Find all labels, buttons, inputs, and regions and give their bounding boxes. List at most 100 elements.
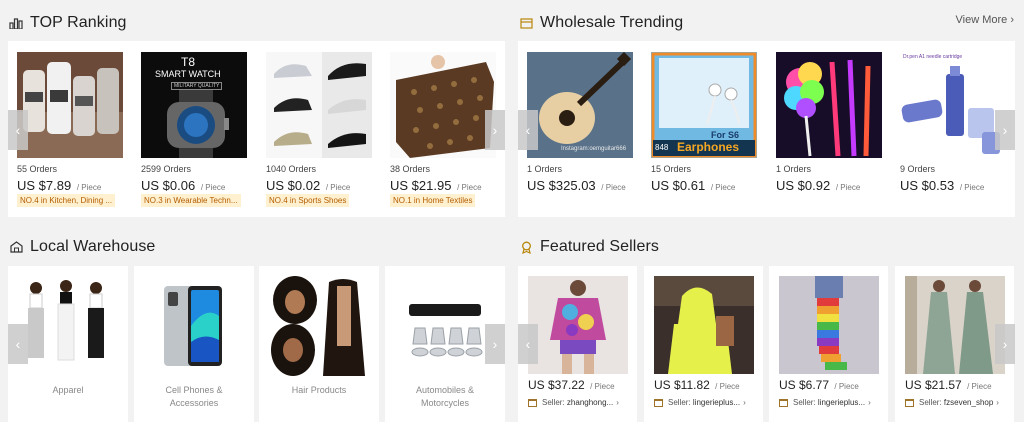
price: US $21.57 / Piece bbox=[905, 378, 992, 392]
price-value: US $0.06 bbox=[141, 178, 196, 193]
top-ranking-section: TOP Ranking 55 Orders US $7.89 / Piece N… bbox=[0, 0, 510, 230]
image-text: 848 bbox=[655, 143, 669, 152]
category-card-cell-phones[interactable]: Cell Phones & Accessories bbox=[134, 266, 254, 422]
order-count: 9 Orders bbox=[900, 164, 936, 174]
image-text: For S6 bbox=[711, 130, 740, 140]
price-unit: / Piece bbox=[715, 382, 740, 391]
product-image[interactable]: Dr.pen A1 needle cartridge bbox=[900, 52, 1006, 158]
carousel-prev-button[interactable]: ‹ bbox=[8, 324, 28, 364]
product-image[interactable]: T8 SMART WATCH MILITARY QUALITY bbox=[141, 52, 247, 158]
carousel-next-button[interactable]: › bbox=[995, 324, 1015, 364]
product-card[interactable]: Dr.pen A1 needle cartridge 9 Orders US $… bbox=[900, 52, 1008, 212]
carousel-next-button[interactable]: › bbox=[995, 110, 1015, 150]
rank-badge[interactable]: NO.4 in Sports Shoes bbox=[266, 194, 350, 207]
rank-badge[interactable]: NO.4 in Kitchen, Dining ... bbox=[17, 194, 116, 207]
seller-link[interactable]: Seller: lingerieplus... › bbox=[654, 398, 746, 407]
carousel-prev-button[interactable]: ‹ bbox=[518, 324, 538, 364]
wholesale-trending-panel: Instagram:oemguitar666 1 Orders US $325.… bbox=[518, 41, 1015, 217]
local-warehouse-section: Local Warehouse Apparel Cell Phones & Ac… bbox=[0, 230, 510, 422]
category-label: Automobiles & Motorcycles bbox=[415, 385, 475, 408]
product-card[interactable]: 1040 Orders US $0.02 / Piece NO.4 in Spo… bbox=[266, 52, 374, 212]
featured-sellers-row: US $37.22 / Piece Seller: zhanghong... › … bbox=[518, 266, 1015, 422]
seller-prefix: Seller: bbox=[793, 398, 816, 407]
product-image[interactable] bbox=[390, 52, 496, 158]
product-image[interactable] bbox=[528, 276, 628, 374]
featured-sellers-section: Featured Sellers US $37.22 / Piece Selle… bbox=[510, 230, 1024, 422]
section-title: Featured Sellers bbox=[540, 238, 659, 255]
product-image[interactable] bbox=[905, 276, 1005, 374]
order-count: 15 Orders bbox=[651, 164, 692, 174]
chevron-right-icon: › bbox=[1002, 122, 1008, 138]
price: US $11.82 / Piece bbox=[654, 378, 740, 392]
rank-badge[interactable]: NO.1 in Home Textiles bbox=[390, 194, 476, 207]
box-icon bbox=[518, 15, 534, 31]
carousel-prev-button[interactable]: ‹ bbox=[8, 110, 28, 150]
image-text: Earphones bbox=[677, 140, 740, 154]
seller-name: lingerieplus... bbox=[817, 398, 866, 407]
category-image[interactable] bbox=[395, 276, 495, 376]
carousel-next-button[interactable]: › bbox=[485, 110, 505, 150]
category-image[interactable] bbox=[269, 276, 369, 376]
chevron-right-icon: › bbox=[492, 336, 498, 352]
price: US $0.92 / Piece bbox=[776, 178, 860, 193]
category-image[interactable] bbox=[18, 276, 118, 376]
store-icon bbox=[654, 398, 663, 407]
price-value: US $37.22 bbox=[528, 378, 585, 392]
chevron-right-icon: › bbox=[743, 398, 746, 407]
price-value: US $0.53 bbox=[900, 178, 955, 193]
seller-name: zhanghong... bbox=[566, 398, 614, 407]
product-card[interactable]: 38 Orders US $21.95 / Piece NO.1 in Home… bbox=[390, 52, 498, 212]
carousel-next-button[interactable]: › bbox=[485, 324, 505, 364]
price: US $0.61 / Piece bbox=[651, 178, 735, 193]
price-unit: / Piece bbox=[835, 183, 861, 192]
seller-link[interactable]: Seller: fzseven_shop › bbox=[905, 398, 999, 407]
view-more-link[interactable]: View More › bbox=[956, 14, 1015, 26]
seller-prefix: Seller: bbox=[668, 398, 691, 407]
local-warehouse-row: Apparel Cell Phones & Accessories Hair P… bbox=[8, 266, 505, 422]
store-icon bbox=[528, 398, 537, 407]
rank-badge[interactable]: NO.3 in Wearable Techn... bbox=[141, 194, 241, 207]
featured-item-card[interactable]: US $6.77 / Piece Seller: lingerieplus...… bbox=[769, 266, 888, 422]
image-watermark: Instagram:oemguitar666 bbox=[561, 146, 627, 152]
price-value: US $7.89 bbox=[17, 178, 72, 193]
product-image[interactable] bbox=[17, 52, 123, 158]
featured-item-card[interactable]: US $11.82 / Piece Seller: lingerieplus..… bbox=[644, 266, 763, 422]
chevron-right-icon: › bbox=[1010, 14, 1014, 26]
product-card[interactable]: For S6 848 Earphones 15 Orders US $0.61 … bbox=[651, 52, 759, 212]
local-warehouse-header: Local Warehouse bbox=[8, 232, 155, 262]
product-card[interactable]: Instagram:oemguitar666 1 Orders US $325.… bbox=[527, 52, 635, 212]
store-icon bbox=[779, 398, 788, 407]
price-value: US $0.61 bbox=[651, 178, 706, 193]
section-title: TOP Ranking bbox=[30, 14, 127, 31]
product-card[interactable]: T8 SMART WATCH MILITARY QUALITY 2599 Ord… bbox=[141, 52, 249, 212]
chevron-left-icon: ‹ bbox=[525, 336, 531, 352]
price-unit: / Piece bbox=[601, 183, 626, 192]
product-image[interactable]: For S6 848 Earphones bbox=[651, 52, 757, 158]
seller-name: fzseven_shop bbox=[943, 398, 994, 407]
price: US $0.53 / Piece bbox=[900, 178, 984, 193]
view-more-label: View More bbox=[955, 14, 1008, 26]
order-count: 1 Orders bbox=[527, 164, 563, 174]
category-card-hair-products[interactable]: Hair Products bbox=[259, 266, 379, 422]
product-image[interactable]: Instagram:oemguitar666 bbox=[527, 52, 633, 158]
seller-prefix: Seller: bbox=[919, 398, 942, 407]
product-image[interactable] bbox=[776, 52, 882, 158]
product-card[interactable]: 1 Orders US $0.92 / Piece bbox=[776, 52, 884, 212]
seller-link[interactable]: Seller: lingerieplus... › bbox=[779, 398, 871, 407]
seller-link[interactable]: Seller: zhanghong... › bbox=[528, 398, 619, 407]
product-image[interactable] bbox=[266, 52, 372, 158]
order-count: 1 Orders bbox=[776, 164, 812, 174]
chevron-left-icon: ‹ bbox=[525, 122, 531, 138]
price-unit: / Piece bbox=[76, 183, 102, 192]
product-image[interactable] bbox=[779, 276, 879, 374]
product-card[interactable]: 55 Orders US $7.89 / Piece NO.4 in Kitch… bbox=[17, 52, 125, 212]
carousel-prev-button[interactable]: ‹ bbox=[518, 110, 538, 150]
featured-sellers-header: Featured Sellers bbox=[518, 232, 659, 262]
price-unit: / Piece bbox=[325, 183, 351, 192]
price-unit: / Piece bbox=[200, 183, 226, 192]
price-value: US $6.77 bbox=[779, 378, 830, 392]
category-image[interactable] bbox=[144, 276, 244, 376]
category-label: Cell Phones & Accessories bbox=[165, 385, 223, 408]
price: US $37.22 / Piece bbox=[528, 378, 615, 392]
product-image[interactable] bbox=[654, 276, 754, 374]
